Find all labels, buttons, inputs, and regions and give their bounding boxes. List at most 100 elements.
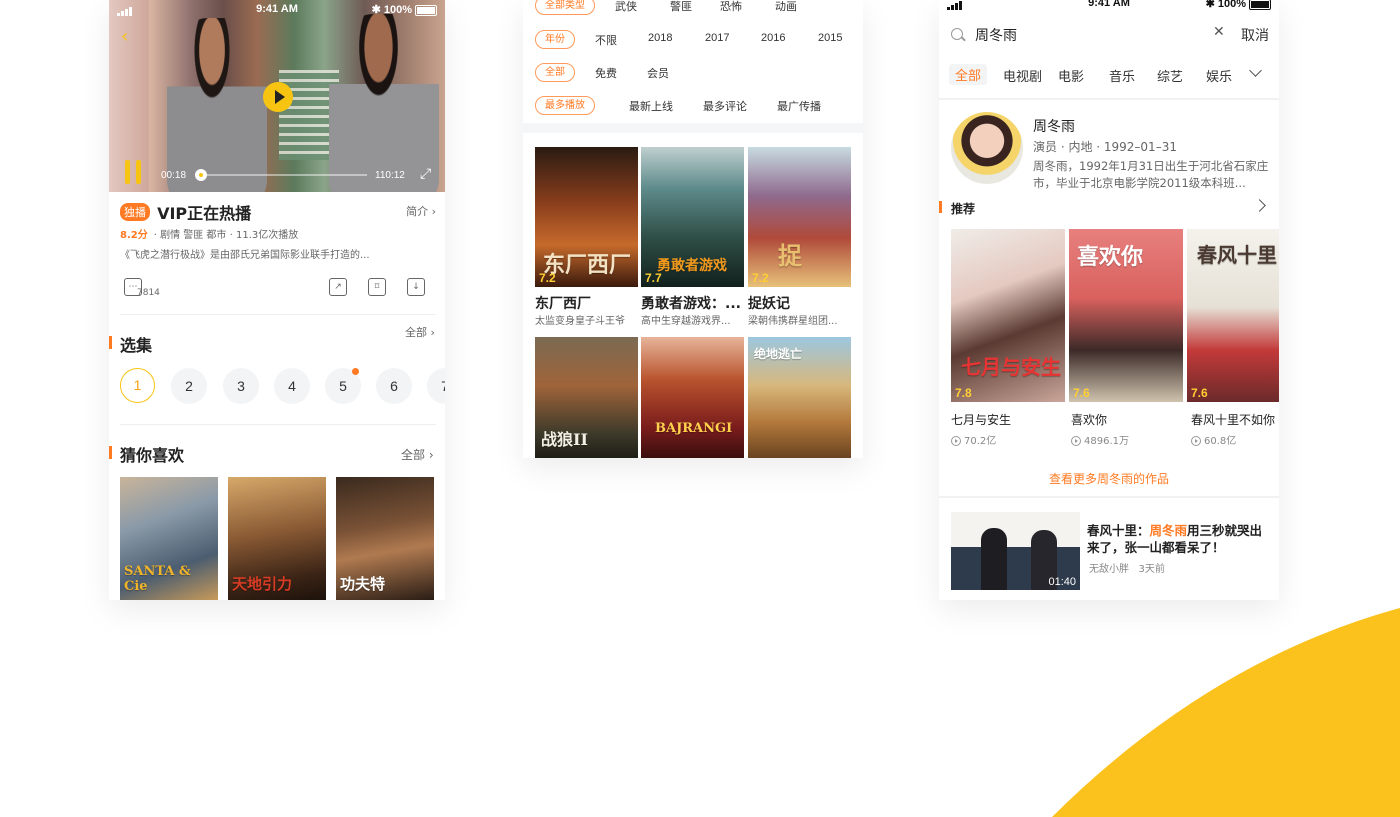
tab-4[interactable]: 综艺 <box>1157 66 1183 85</box>
recommend-poster[interactable]: 功夫特 <box>336 477 434 600</box>
poster-title-art: BAJRANGI <box>655 421 733 436</box>
movie-title[interactable]: 东厂西厂 <box>535 293 591 313</box>
filter-option[interactable]: 最多评论 <box>703 98 747 114</box>
filter-chip-selected[interactable]: 全部 <box>535 63 575 82</box>
movie-poster[interactable]: 绝地逃亡 <box>748 337 851 458</box>
filter-option[interactable]: 动画 <box>775 0 797 14</box>
movie-title[interactable]: 捉妖记 <box>748 293 790 313</box>
status-bar: 9:41 AM ✱ 100% <box>109 0 445 18</box>
rating-score: 8.2分 <box>120 230 148 241</box>
episode-button[interactable]: 1 <box>120 368 155 403</box>
progress-bar[interactable] <box>195 169 367 181</box>
filter-option[interactable]: 不限 <box>595 32 617 48</box>
recommend-poster[interactable]: 天地引力 <box>228 477 326 600</box>
film-poster[interactable]: 春风十里 7.6 <box>1187 229 1279 402</box>
filter-option[interactable]: 恐怖 <box>720 0 742 14</box>
battery-indicator: ✱ 100% <box>1206 0 1271 10</box>
tab-5[interactable]: 娱乐 <box>1206 66 1232 85</box>
recommend-poster[interactable]: SANTA & Cie <box>120 477 218 600</box>
filter-chip-selected[interactable]: 年份 <box>535 30 575 49</box>
film-poster[interactable]: 喜欢你 7.6 <box>1069 229 1183 402</box>
play-icon[interactable] <box>263 82 293 112</box>
filter-option[interactable]: 最新上线 <box>629 98 673 114</box>
chevron-right-icon[interactable] <box>1253 199 1266 212</box>
video-player[interactable]: 9:41 AM ✱ 100% ‹ 00:18 110:12 ⤢ <box>109 0 445 192</box>
filter-row: 最多播放 最新上线 最多评论 最广传播 <box>535 96 855 116</box>
episodes-title: 选集 <box>120 336 153 355</box>
divider <box>120 424 436 425</box>
play-count-icon <box>951 436 961 446</box>
poster-score: 7.7 <box>645 271 662 285</box>
progress-knob[interactable] <box>195 169 207 181</box>
news-title-prefix: 春风十里： <box>1087 523 1150 538</box>
intro-link[interactable]: 简介 › <box>406 203 436 219</box>
recommend-all-link[interactable]: 全部 › <box>401 446 434 463</box>
episode-button[interactable]: 6 <box>376 368 412 404</box>
filter-option[interactable]: 警匪 <box>670 0 692 14</box>
filter-option[interactable]: 会员 <box>647 65 669 81</box>
poster-title-art: 战狼II <box>541 430 588 449</box>
poster-title-art: 功夫特 <box>340 575 386 593</box>
poster-score: 7.2 <box>539 271 556 285</box>
filter-option[interactable]: 武侠 <box>615 0 637 14</box>
avatar[interactable] <box>951 112 1023 184</box>
filter-row: 全部 免费 会员 <box>535 63 855 83</box>
category-filter-screen: 全部类型 武侠 警匪 恐怖 动画年份 不限 2018 2017 2016 2015 全部 免费 会员最多… <box>523 0 863 458</box>
episode-button[interactable]: 4 <box>274 368 310 404</box>
movie-title[interactable]: 勇敢者游戏：... <box>641 293 741 313</box>
tab-3[interactable]: 音乐 <box>1109 66 1135 85</box>
genre-meta: · 剧情 警匪 都市 · 11.3亿次播放 <box>153 230 299 241</box>
bookmark-icon[interactable]: ⌑ <box>368 278 386 296</box>
chevron-down-icon[interactable] <box>1249 64 1262 77</box>
tab-1[interactable]: 电视剧 <box>1003 66 1042 85</box>
filter-option[interactable]: 2016 <box>761 32 785 44</box>
filter-chip-selected[interactable]: 最多播放 <box>535 96 595 115</box>
filter-option[interactable]: 免费 <box>595 65 617 81</box>
back-chevron-icon[interactable]: ‹ <box>121 26 128 47</box>
movie-poster[interactable]: 勇敢者游戏 7.7 <box>641 147 744 287</box>
film-title[interactable]: 喜欢你 <box>1071 411 1107 428</box>
action-row: ⋯ 7814 ↗ ⌑ ↓ <box>120 278 436 302</box>
film-views: 60.8亿 <box>1191 432 1236 447</box>
tab-0[interactable]: 全部 <box>949 64 988 85</box>
filter-chip-selected[interactable]: 全部类型 <box>535 0 595 15</box>
share-icon[interactable]: ↗ <box>329 278 347 296</box>
fullscreen-icon[interactable]: ⤢ <box>420 166 431 182</box>
clear-icon[interactable]: ✕ <box>1213 24 1225 40</box>
episode-button[interactable]: 3 <box>223 368 259 404</box>
search-icon <box>951 28 963 40</box>
filter-option[interactable]: 2018 <box>648 32 672 44</box>
tab-2[interactable]: 电影 <box>1058 66 1084 85</box>
filter-option[interactable]: 最广传播 <box>777 98 821 114</box>
section-accent-bar <box>109 446 112 459</box>
film-poster[interactable]: 七月与安生 7.8 <box>951 229 1065 402</box>
filter-row: 年份 不限 2018 2017 2016 2015 <box>535 30 855 50</box>
movie-poster[interactable]: BAJRANGI <box>641 337 744 458</box>
filter-option[interactable]: 2015 <box>818 32 842 44</box>
movie-poster[interactable]: 捉 7.2 <box>748 147 851 287</box>
search-results-screen: 9:41 AM ✱ 100% 周冬雨 ✕ 取消 全部 电视剧 电影 音乐 综艺 娱乐 周冬… <box>939 0 1279 600</box>
search-input[interactable]: 周冬雨 <box>975 25 1017 45</box>
episode-button[interactable]: 5 <box>325 368 361 404</box>
thumb-figure <box>981 528 1007 590</box>
play-count-icon <box>1071 436 1081 446</box>
download-icon[interactable]: ↓ <box>407 278 425 296</box>
star-name[interactable]: 周冬雨 <box>1033 116 1075 136</box>
cancel-button[interactable]: 取消 <box>1241 25 1269 45</box>
episode-button[interactable]: 2 <box>171 368 207 404</box>
episodes-all-link[interactable]: 全部 › <box>405 324 435 340</box>
news-title[interactable]: 春风十里：周冬雨用三秒就哭出来了，张一山都看呆了！ <box>1087 522 1272 556</box>
video-description: 《飞虎之潜行极战》是由邵氏兄弟国际影业联手打造的... <box>120 250 370 261</box>
filter-row: 全部类型 武侠 警匪 恐怖 动画 <box>535 0 855 16</box>
news-thumbnail[interactable]: 01:40 <box>951 512 1080 590</box>
movie-poster[interactable]: 战狼II <box>535 337 638 458</box>
pause-icon[interactable] <box>125 160 143 184</box>
filter-option[interactable]: 2017 <box>705 32 729 44</box>
film-title[interactable]: 七月与安生 <box>951 411 1011 428</box>
more-works-link[interactable]: 查看更多周冬雨的作品 <box>939 470 1279 487</box>
episode-button[interactable]: 7 <box>427 368 445 404</box>
film-title[interactable]: 春风十里不如你 <box>1191 411 1275 428</box>
film-views: 70.2亿 <box>951 432 996 447</box>
battery-indicator: ✱ 100% <box>372 3 437 16</box>
movie-poster[interactable]: 东厂西厂 7.2 <box>535 147 638 287</box>
